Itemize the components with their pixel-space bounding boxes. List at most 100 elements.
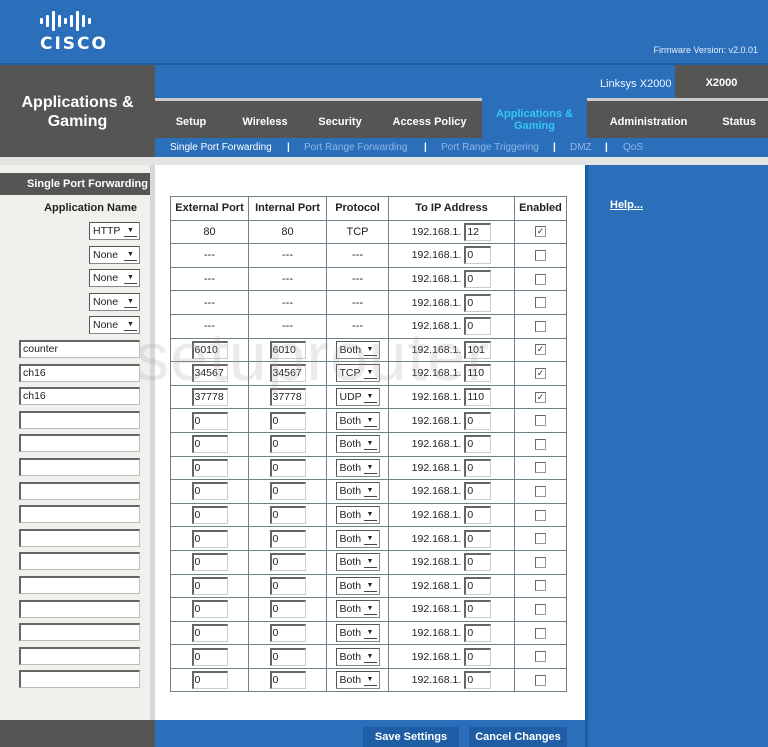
application-name-input[interactable]: counter <box>19 340 140 358</box>
external-port-input[interactable]: 0 <box>191 482 228 501</box>
application-name-input[interactable] <box>19 458 140 476</box>
protocol-select[interactable]: Both ▼ <box>335 411 380 430</box>
internal-port-input[interactable]: 0 <box>269 482 306 501</box>
tab-applications-gaming[interactable]: Applications & Gaming <box>482 101 587 138</box>
application-select[interactable]: None ▼ <box>89 246 140 264</box>
protocol-select[interactable]: Both ▼ <box>335 671 380 690</box>
ip-last-octet-input[interactable]: 0 <box>464 671 492 690</box>
protocol-select[interactable]: UDP ▼ <box>335 388 380 407</box>
external-port-input[interactable]: 0 <box>191 576 228 595</box>
ip-last-octet-input[interactable]: 101 <box>464 340 492 359</box>
tab-setup[interactable]: Setup <box>155 101 227 138</box>
application-name-input[interactable] <box>19 600 140 618</box>
ip-last-octet-input[interactable]: 0 <box>464 293 492 312</box>
internal-port-input[interactable]: 0 <box>269 411 306 430</box>
enabled-checkbox[interactable]: ✓ <box>535 368 546 380</box>
internal-port-input[interactable]: 0 <box>269 647 306 666</box>
external-port-input[interactable]: 0 <box>191 600 228 619</box>
protocol-select[interactable]: Both ▼ <box>335 600 380 619</box>
application-name-input[interactable] <box>19 623 140 641</box>
application-name-input[interactable] <box>19 529 140 547</box>
ip-last-octet-input[interactable]: 0 <box>464 317 492 336</box>
application-select[interactable]: None ▼ <box>89 293 140 311</box>
ip-last-octet-input[interactable]: 0 <box>464 411 492 430</box>
enabled-checkbox[interactable] <box>535 627 546 639</box>
ip-last-octet-input[interactable]: 0 <box>464 529 492 548</box>
application-name-input[interactable] <box>19 434 140 452</box>
enabled-checkbox[interactable] <box>535 533 546 545</box>
external-port-input[interactable]: 0 <box>191 506 228 525</box>
enabled-checkbox[interactable] <box>535 250 546 262</box>
protocol-select[interactable]: Both ▼ <box>335 647 380 666</box>
subtab-port-range-forwarding[interactable]: Port Range Forwarding <box>304 138 407 157</box>
external-port-input[interactable]: 0 <box>191 623 228 642</box>
application-name-input[interactable]: ch16 <box>19 387 140 405</box>
protocol-select[interactable]: Both ▼ <box>335 553 380 572</box>
application-select[interactable]: None ▼ <box>89 269 140 287</box>
protocol-select[interactable]: Both ▼ <box>335 623 380 642</box>
ip-last-octet-input[interactable]: 0 <box>464 576 492 595</box>
application-name-input[interactable] <box>19 670 140 688</box>
application-select[interactable]: HTTP ▼ <box>89 222 140 240</box>
application-name-input[interactable] <box>19 576 140 594</box>
application-name-input[interactable] <box>19 647 140 665</box>
subtab-dmz[interactable]: DMZ <box>570 138 592 157</box>
internal-port-input[interactable]: 0 <box>269 671 306 690</box>
protocol-select[interactable]: TCP ▼ <box>335 364 380 383</box>
external-port-input[interactable]: 0 <box>191 671 228 690</box>
internal-port-input[interactable]: 0 <box>269 435 306 454</box>
tab-security[interactable]: Security <box>303 101 377 138</box>
internal-port-input[interactable]: 0 <box>269 600 306 619</box>
external-port-input[interactable]: 0 <box>191 435 228 454</box>
help-link[interactable]: Help... <box>610 199 643 211</box>
subtab-qos[interactable]: QoS <box>623 138 643 157</box>
application-name-input[interactable] <box>19 482 140 500</box>
internal-port-input[interactable]: 0 <box>269 576 306 595</box>
ip-last-octet-input[interactable]: 0 <box>464 458 492 477</box>
ip-last-octet-input[interactable]: 0 <box>464 600 492 619</box>
external-port-input[interactable]: 0 <box>191 647 228 666</box>
internal-port-input[interactable]: 0 <box>269 506 306 525</box>
tab-access-policy[interactable]: Access Policy <box>377 101 482 138</box>
enabled-checkbox[interactable] <box>535 462 546 474</box>
enabled-checkbox[interactable] <box>535 273 546 285</box>
external-port-input[interactable]: 6010 <box>191 340 228 359</box>
external-port-input[interactable]: 37778 <box>191 388 228 407</box>
ip-last-octet-input[interactable]: 0 <box>464 435 492 454</box>
enabled-checkbox[interactable] <box>535 580 546 592</box>
protocol-select[interactable]: Both ▼ <box>335 576 380 595</box>
enabled-checkbox[interactable]: ✓ <box>535 226 546 238</box>
protocol-select[interactable]: Both ▼ <box>335 506 380 525</box>
internal-port-input[interactable]: 0 <box>269 553 306 572</box>
save-settings-button[interactable]: Save Settings <box>363 727 459 747</box>
external-port-input[interactable]: 0 <box>191 529 228 548</box>
enabled-checkbox[interactable] <box>535 651 546 663</box>
ip-last-octet-input[interactable]: 12 <box>464 222 492 241</box>
enabled-checkbox[interactable] <box>535 415 546 427</box>
subtab-port-range-triggering[interactable]: Port Range Triggering <box>441 138 539 157</box>
enabled-checkbox[interactable] <box>535 509 546 521</box>
enabled-checkbox[interactable] <box>535 320 546 332</box>
cancel-changes-button[interactable]: Cancel Changes <box>469 727 567 747</box>
application-select[interactable]: None ▼ <box>89 316 140 334</box>
external-port-input[interactable]: 0 <box>191 553 228 572</box>
external-port-input[interactable]: 0 <box>191 411 228 430</box>
ip-last-octet-input[interactable]: 0 <box>464 623 492 642</box>
application-name-input[interactable]: ch16 <box>19 364 140 382</box>
protocol-select[interactable]: Both ▼ <box>335 482 380 501</box>
protocol-select[interactable]: Both ▼ <box>335 340 380 359</box>
enabled-checkbox[interactable] <box>535 556 546 568</box>
internal-port-input[interactable]: 37778 <box>269 388 306 407</box>
ip-last-octet-input[interactable]: 0 <box>464 482 492 501</box>
external-port-input[interactable]: 0 <box>191 458 228 477</box>
application-name-input[interactable] <box>19 552 140 570</box>
enabled-checkbox[interactable] <box>535 438 546 450</box>
ip-last-octet-input[interactable]: 0 <box>464 553 492 572</box>
protocol-select[interactable]: Both ▼ <box>335 435 380 454</box>
internal-port-input[interactable]: 0 <box>269 529 306 548</box>
protocol-select[interactable]: Both ▼ <box>335 458 380 477</box>
ip-last-octet-input[interactable]: 0 <box>464 270 492 289</box>
tab-administration[interactable]: Administration <box>587 101 710 138</box>
tab-wireless[interactable]: Wireless <box>227 101 303 138</box>
ip-last-octet-input[interactable]: 110 <box>464 364 492 383</box>
